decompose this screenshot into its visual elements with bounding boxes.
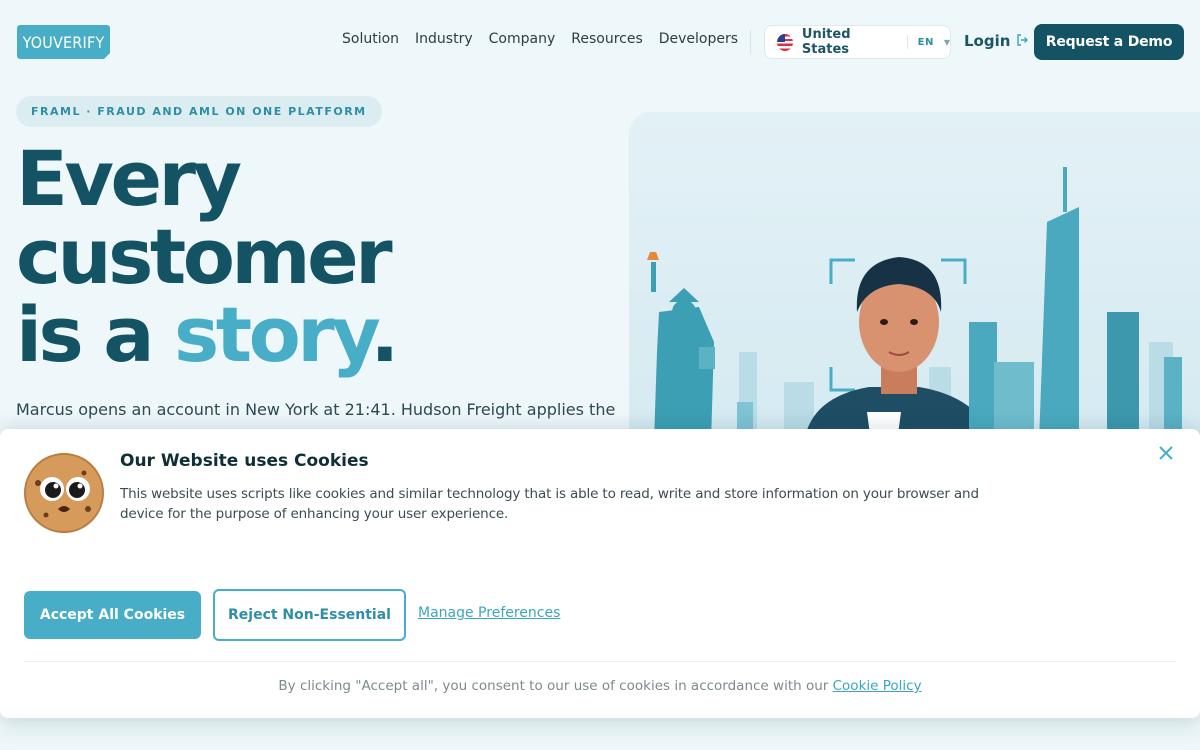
nav-item-industry[interactable]: Industry (415, 31, 473, 47)
nav-item-resources[interactable]: Resources (571, 31, 643, 47)
login-arrow-icon (1016, 33, 1029, 49)
chevron-down-icon: ▼ (943, 37, 950, 47)
cookie-banner-body: This website uses scripts like cookies a… (120, 486, 979, 522)
headline-line-3-prefix: is a (16, 290, 174, 379)
cookie-banner-title: Our Website uses Cookies (120, 451, 369, 471)
flag-us-icon (777, 33, 793, 51)
locale-selector[interactable]: United States EN ▼ (764, 25, 951, 59)
locale-country: United States (801, 27, 851, 57)
manage-preferences-link[interactable]: Manage Preferences (418, 605, 560, 621)
login-link[interactable]: Login (964, 32, 1029, 50)
nav-item-solution[interactable]: Solution (342, 31, 399, 47)
youverify-logo[interactable]: YOUVERIFY (17, 25, 111, 60)
accept-all-cookies-button[interactable]: Accept All Cookies (24, 591, 201, 639)
hero-lede: Marcus opens an account in New York at 2… (16, 400, 616, 419)
new-york-skyline-illustration (647, 167, 1182, 442)
reject-non-essential-button[interactable]: Reject Non-Essential (213, 589, 406, 641)
close-icon[interactable] (1156, 445, 1176, 465)
cookie-mascot-icon (24, 453, 104, 533)
hero-eyebrow-pill: FRAML · FRAUD AND AML ON ONE PLATFORM (16, 96, 382, 127)
cookie-policy-link[interactable]: Cookie Policy (833, 678, 922, 694)
nav-divider (750, 30, 751, 54)
hero-illustration (629, 112, 1200, 442)
locale-language: EN (917, 36, 934, 48)
cookie-footer-text: By clicking "Accept all", you consent to… (278, 678, 833, 694)
site-header: YOUVERIFY Solution Industry Company Reso… (0, 0, 1200, 84)
locale-separator (906, 35, 908, 49)
headline-accent-word: story (174, 290, 374, 379)
main-nav: Solution Industry Company Resources Deve… (342, 31, 738, 47)
cookie-banner-footer: By clicking "Accept all", you consent to… (0, 678, 1200, 694)
hero-headline: Every customer is a story. (16, 140, 399, 374)
headline-period: . (370, 290, 399, 379)
login-label: Login (964, 32, 1011, 50)
nav-item-company[interactable]: Company (489, 31, 556, 47)
cookie-banner: Our Website uses Cookies This website us… (0, 429, 1200, 718)
nav-item-developers[interactable]: Developers (659, 31, 738, 47)
request-demo-button[interactable]: Request a Demo (1034, 24, 1184, 60)
headline-line-2: customer (16, 212, 393, 301)
cookie-banner-divider (24, 661, 1176, 662)
headline-line-1: Every (16, 134, 242, 223)
logo-text: YOUVERIFY (22, 32, 105, 52)
